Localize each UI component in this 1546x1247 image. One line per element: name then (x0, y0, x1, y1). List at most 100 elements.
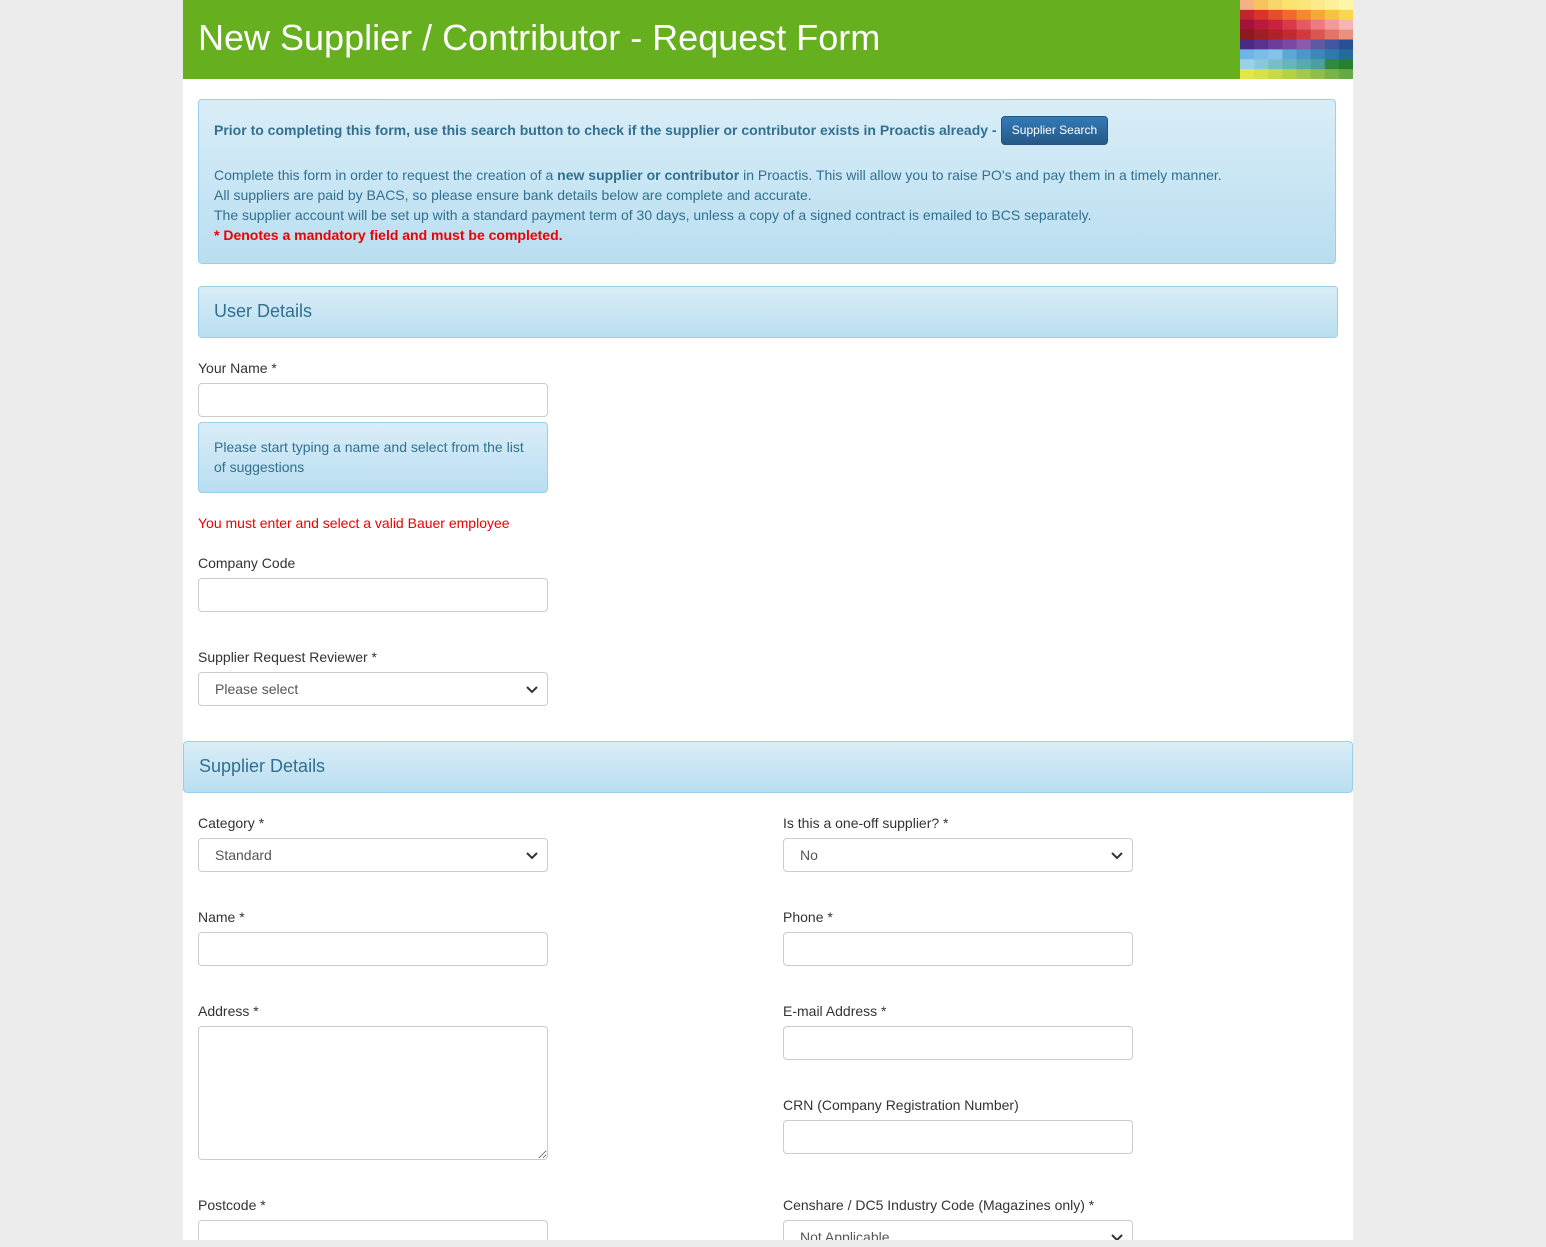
mosaic-tile (1282, 59, 1297, 70)
mosaic-tile (1268, 59, 1283, 70)
mosaic-tile (1310, 59, 1326, 70)
company-code-label: Company Code (198, 555, 296, 571)
supplier-name-input[interactable] (198, 932, 548, 966)
mosaic-tile (1324, 59, 1340, 70)
mosaic-tile (1296, 19, 1312, 31)
supplier-name-label: Name * (198, 909, 245, 925)
mosaic-tile (1240, 39, 1255, 50)
mosaic-tile (1254, 29, 1269, 40)
one-off-select[interactable]: No (783, 838, 1133, 872)
supplier-details-heading: Supplier Details (199, 756, 326, 776)
mosaic-tile (1310, 69, 1326, 79)
crn-label: CRN (Company Registration Number) (783, 1097, 1019, 1113)
user-details-panel: User Details (198, 286, 1338, 338)
mosaic-tile (1282, 29, 1297, 40)
mosaic-tile (1324, 69, 1340, 79)
chevron-down-icon (526, 852, 538, 860)
mosaic-tile (1240, 0, 1255, 11)
address-textarea[interactable] (198, 1026, 548, 1160)
name-error-message: You must enter and select a valid Bauer … (198, 515, 510, 531)
mosaic-tile (1296, 49, 1312, 60)
censhare-select[interactable]: Not Applicable (783, 1220, 1133, 1240)
brand-mosaic-logo (1240, 0, 1353, 79)
info-line-2-bold: new supplier or contributor (557, 167, 740, 183)
mosaic-tile (1268, 49, 1283, 60)
mosaic-tile (1324, 39, 1340, 50)
chevron-down-icon (1111, 1234, 1123, 1240)
mosaic-tile (1310, 39, 1326, 50)
mosaic-tile (1296, 69, 1312, 79)
phone-label: Phone * (783, 909, 833, 925)
info-line-2-a: Complete this form in order to request t… (214, 167, 558, 183)
mandatory-note: * Denotes a mandatory field and must be … (214, 227, 563, 243)
mosaic-tile (1338, 9, 1353, 21)
mosaic-tile (1268, 39, 1283, 50)
crn-input[interactable] (783, 1120, 1133, 1154)
mosaic-tile (1296, 39, 1312, 50)
mosaic-tile (1240, 69, 1255, 79)
email-input[interactable] (783, 1026, 1133, 1060)
chevron-down-icon (1111, 852, 1123, 860)
mosaic-tile (1310, 49, 1326, 60)
mosaic-tile (1282, 39, 1297, 50)
supplier-search-button[interactable]: Supplier Search (1001, 116, 1108, 145)
mosaic-tile (1296, 9, 1312, 21)
mosaic-tile (1268, 29, 1283, 40)
your-name-label: Your Name * (198, 360, 277, 376)
mosaic-tile (1282, 69, 1297, 79)
mosaic-tile (1296, 0, 1312, 11)
page-title: New Supplier / Contributor - Request For… (198, 17, 881, 58)
supplier-details-panel: Supplier Details (183, 741, 1353, 793)
mosaic-tile (1268, 9, 1283, 21)
name-hint-box: Please start typing a name and select fr… (198, 422, 548, 493)
mosaic-tile (1254, 49, 1269, 60)
mosaic-tile (1324, 29, 1340, 40)
info-line-2-b: in Proactis. This will allow you to rais… (739, 167, 1222, 183)
mosaic-tile (1338, 49, 1353, 60)
reviewer-label: Supplier Request Reviewer * (198, 649, 377, 665)
mosaic-tile (1338, 39, 1353, 50)
reviewer-select[interactable]: Please select (198, 672, 548, 706)
mosaic-tile (1324, 9, 1340, 21)
chevron-down-icon (526, 686, 538, 694)
mosaic-tile (1324, 49, 1340, 60)
your-name-input[interactable] (198, 383, 548, 417)
mosaic-tile (1282, 49, 1297, 60)
mosaic-tile (1338, 59, 1353, 70)
postcode-label: Postcode * (198, 1197, 266, 1213)
mosaic-tile (1296, 29, 1312, 40)
prior-search-text: Prior to completing this form, use this … (214, 122, 997, 138)
page-header: New Supplier / Contributor - Request For… (183, 0, 1353, 79)
info-line-2: Complete this form in order to request t… (214, 165, 1222, 185)
mosaic-tile (1310, 0, 1326, 11)
email-label: E-mail Address * (783, 1003, 887, 1019)
postcode-input[interactable] (198, 1220, 548, 1240)
mosaic-tile (1338, 69, 1353, 79)
mosaic-tile (1240, 59, 1255, 70)
user-details-heading: User Details (214, 301, 313, 321)
mosaic-tile (1254, 69, 1269, 79)
category-select[interactable]: Standard (198, 838, 548, 872)
mosaic-tile (1240, 9, 1255, 21)
mosaic-tile (1338, 0, 1353, 11)
mosaic-tile (1254, 9, 1269, 21)
address-label: Address * (198, 1003, 259, 1019)
mosaic-tile (1282, 19, 1297, 31)
mosaic-tile (1268, 0, 1283, 11)
mosaic-tile (1296, 59, 1312, 70)
mosaic-tile (1282, 0, 1297, 11)
info-line-4: The supplier account will be set up with… (214, 207, 1092, 223)
mosaic-tile (1254, 39, 1269, 50)
one-off-label: Is this a one-off supplier? * (783, 815, 949, 831)
mosaic-tile (1268, 69, 1283, 79)
mosaic-tile (1338, 29, 1353, 40)
phone-input[interactable] (783, 932, 1133, 966)
mosaic-tile (1310, 19, 1326, 31)
mosaic-tile (1282, 9, 1297, 21)
reviewer-select-value: Please select (215, 681, 299, 697)
info-line-3: All suppliers are paid by BACS, so pleas… (214, 187, 812, 203)
category-label: Category * (198, 815, 265, 831)
mosaic-tile (1338, 19, 1353, 31)
mosaic-tile (1254, 19, 1269, 31)
company-code-input[interactable] (198, 578, 548, 612)
